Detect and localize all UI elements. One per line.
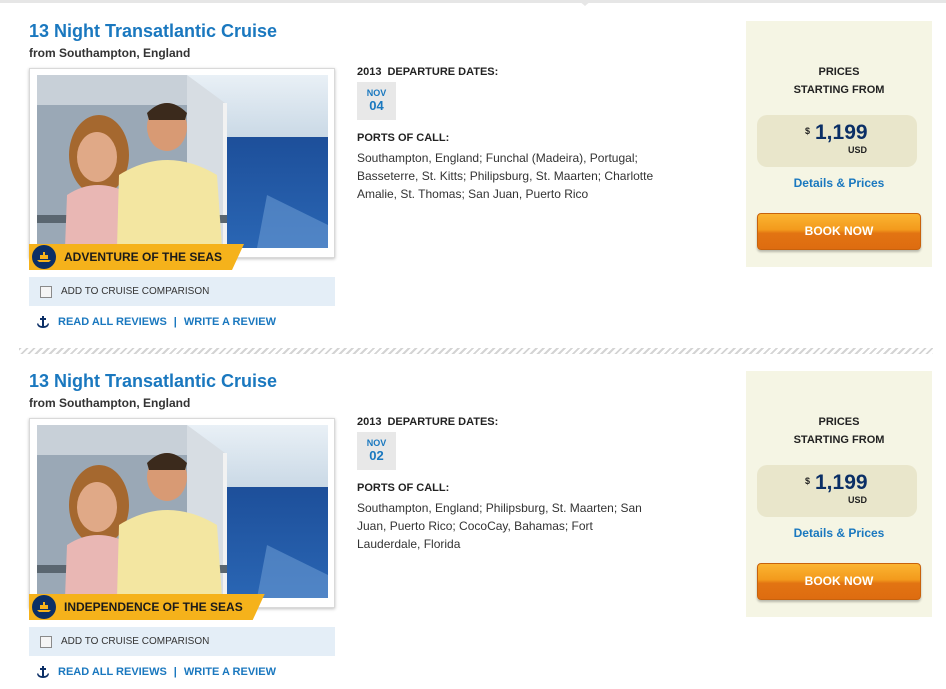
book-now-button[interactable]: BOOK NOW: [757, 213, 921, 250]
crown-anchor-logo-icon: [32, 595, 56, 619]
price-panel: PRICES STARTING FROM $ 1,199 USD Details…: [746, 21, 932, 267]
ports-of-call-list: Southampton, England; Funchal (Madeira),…: [357, 151, 654, 201]
anchor-icon: [36, 315, 50, 329]
cruise-compare-bar[interactable]: ADD TO CRUISE COMPARISON: [29, 277, 335, 306]
write-review-link[interactable]: WRITE A REVIEW: [184, 666, 276, 678]
prices-label: PRICES STARTING FROM: [746, 413, 932, 449]
currency-symbol: $: [805, 476, 811, 486]
ship-name: INDEPENDENCE OF THE SEAS: [64, 600, 243, 614]
read-all-reviews-link[interactable]: READ ALL REVIEWS: [58, 666, 167, 678]
departure-dates-label: DEPARTURE DATES:: [387, 66, 499, 78]
ports-of-call-heading: PORTS OF CALL:: [357, 132, 450, 144]
currency-code: USD: [848, 145, 868, 155]
cruise-listing: 13 Night Transatlantic Cruise from South…: [0, 350, 946, 689]
compare-checkbox[interactable]: [40, 635, 52, 648]
book-now-button[interactable]: BOOK NOW: [757, 563, 921, 600]
departure-dates-label: DEPARTURE DATES:: [387, 416, 499, 428]
date-month: NOV: [366, 438, 387, 448]
cruise-photo-frame[interactable]: [29, 68, 335, 258]
cruise-photo-frame[interactable]: [29, 418, 335, 608]
departure-port: from Southampton, England: [29, 396, 191, 410]
departure-dates-heading: 2013 DEPARTURE DATES:: [357, 416, 498, 428]
departure-date-button[interactable]: NOV 04: [357, 82, 396, 120]
write-review-link[interactable]: WRITE A REVIEW: [184, 316, 276, 328]
cruise-photo[interactable]: [37, 75, 328, 248]
departure-year: 2013: [357, 416, 382, 428]
ship-name: ADVENTURE OF THE SEAS: [64, 250, 223, 264]
departure-dates-heading: 2013 DEPARTURE DATES:: [357, 66, 498, 78]
cruise-compare-bar[interactable]: ADD TO CRUISE COMPARISON: [29, 627, 335, 656]
cruise-photo[interactable]: [37, 425, 328, 598]
price-box: $ 1,199 USD: [757, 465, 917, 517]
reviews-links: READ ALL REVIEWS | WRITE A REVIEW: [36, 315, 276, 329]
details-prices-link[interactable]: Details & Prices: [746, 176, 932, 190]
currency-code: USD: [848, 495, 868, 505]
cruise-listing: 13 Night Transatlantic Cruise from South…: [0, 0, 946, 340]
ship-name-banner[interactable]: INDEPENDENCE OF THE SEAS: [29, 594, 265, 620]
date-month: NOV: [366, 88, 387, 98]
date-day: 02: [369, 448, 384, 463]
crown-anchor-logo-icon: [32, 245, 56, 269]
link-separator: |: [173, 666, 177, 678]
link-separator: |: [173, 316, 177, 328]
anchor-icon: [36, 665, 50, 679]
prices-label-line1: PRICES: [818, 66, 860, 78]
ship-name-banner[interactable]: ADVENTURE OF THE SEAS: [29, 244, 244, 270]
departure-port: from Southampton, England: [29, 46, 191, 60]
details-prices-link[interactable]: Details & Prices: [746, 526, 932, 540]
prices-label-line1: PRICES: [818, 416, 860, 428]
price-panel: PRICES STARTING FROM $ 1,199 USD Details…: [746, 371, 932, 617]
currency-symbol: $: [805, 126, 811, 136]
price-box: $ 1,199 USD: [757, 115, 917, 167]
prices-label-line2: STARTING FROM: [793, 84, 885, 96]
cruise-title[interactable]: 13 Night Transatlantic Cruise: [29, 371, 277, 392]
compare-checkbox[interactable]: [40, 285, 52, 298]
read-all-reviews-link[interactable]: READ ALL REVIEWS: [58, 316, 167, 328]
ports-of-call-list: Southampton, England; Philipsburg, St. M…: [357, 501, 642, 551]
price-amount: 1,199: [815, 471, 868, 494]
ports-of-call-heading: PORTS OF CALL:: [357, 482, 450, 494]
price-amount: 1,199: [815, 121, 868, 144]
reviews-links: READ ALL REVIEWS | WRITE A REVIEW: [36, 665, 276, 679]
departure-year: 2013: [357, 66, 382, 78]
prices-label: PRICES STARTING FROM: [746, 63, 932, 99]
cruise-title[interactable]: 13 Night Transatlantic Cruise: [29, 21, 277, 42]
compare-label[interactable]: ADD TO CRUISE COMPARISON: [61, 286, 209, 297]
date-day: 04: [369, 98, 384, 113]
departure-date-button[interactable]: NOV 02: [357, 432, 396, 470]
prices-label-line2: STARTING FROM: [793, 434, 885, 446]
compare-label[interactable]: ADD TO CRUISE COMPARISON: [61, 636, 209, 647]
